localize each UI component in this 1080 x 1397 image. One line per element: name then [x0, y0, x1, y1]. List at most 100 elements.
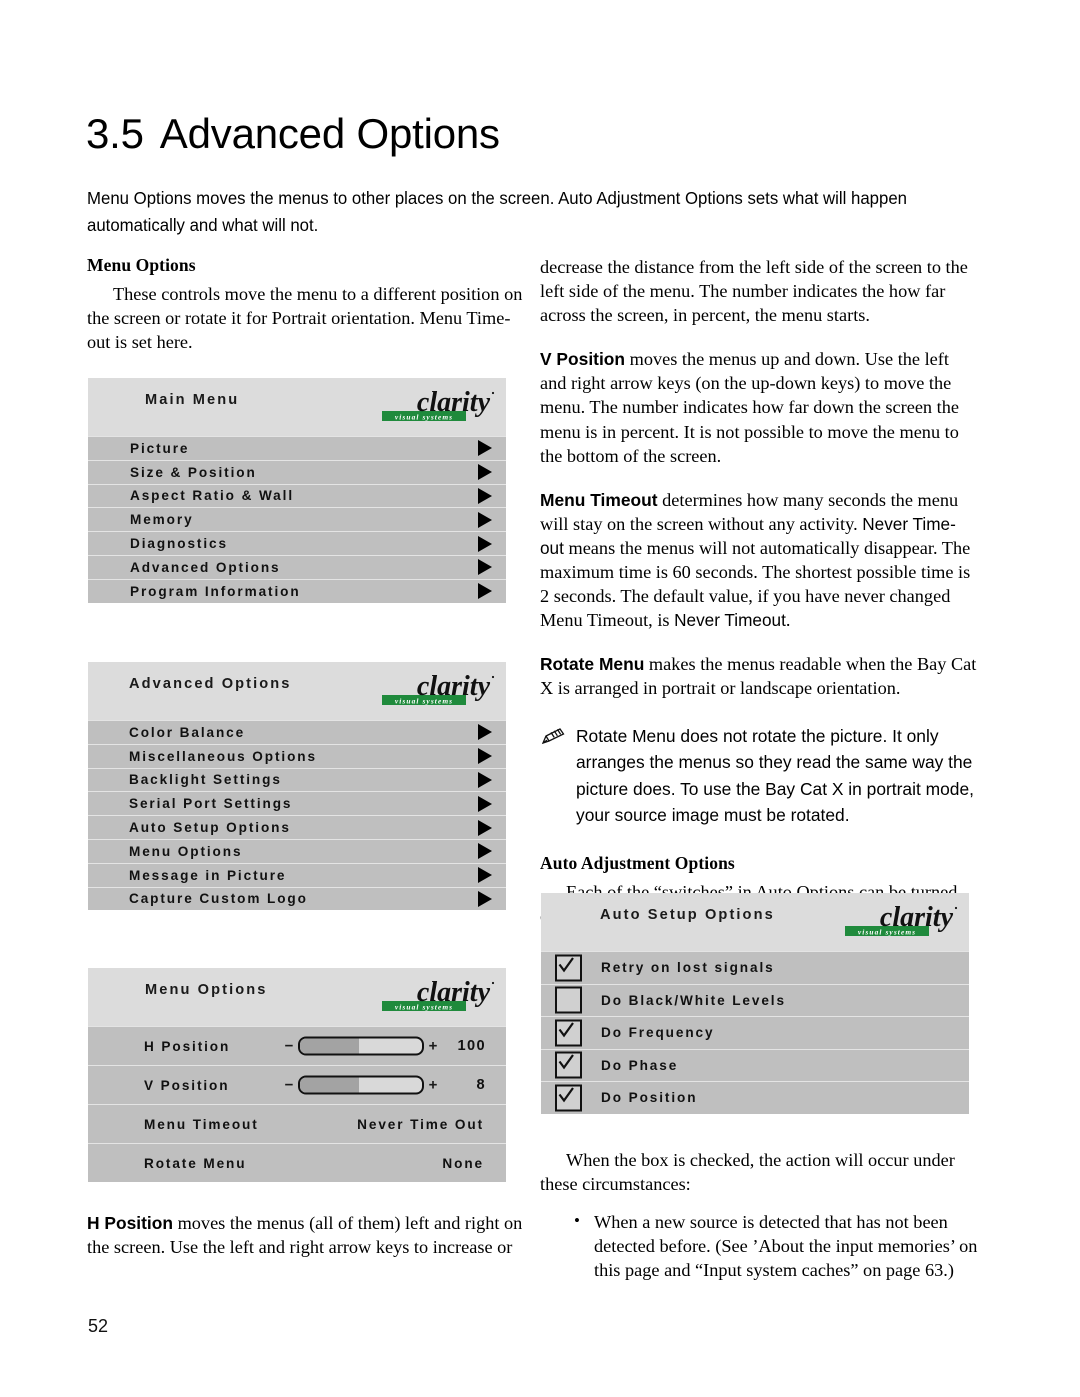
- osd-row-do-black-white-levels[interactable]: Do Black/White Levels: [541, 983, 969, 1016]
- osd-item-program-information[interactable]: Program Information: [88, 578, 506, 603]
- list-item: When a new source is detected that has n…: [574, 1209, 980, 1282]
- paragraph-rotate-menu: Rotate Menu makes the menus readable whe…: [540, 652, 977, 700]
- heading-menu-options: Menu Options: [87, 255, 196, 275]
- osd-item-color-balance[interactable]: Color Balance: [88, 720, 506, 744]
- osd-item-label: Size & Position: [130, 464, 257, 480]
- plus-icon[interactable]: +: [426, 1038, 440, 1055]
- checkbox-do-phase[interactable]: [555, 1051, 582, 1079]
- checkbox-do-black-white-levels[interactable]: [555, 986, 582, 1014]
- osd-item-label: Program Information: [130, 583, 301, 599]
- slider-fill: [300, 1038, 359, 1054]
- plus-icon[interactable]: +: [426, 1077, 440, 1094]
- osd-auto-setup-title: Auto Setup Options: [600, 907, 775, 923]
- slider-fill: [300, 1077, 359, 1093]
- checkbox-do-position[interactable]: [555, 1084, 582, 1112]
- osd-item-message-in-picture[interactable]: Message in Picture: [88, 862, 506, 887]
- osd-item-serial-port-settings[interactable]: Serial Port Settings: [88, 791, 506, 816]
- osd-item-advanced-options[interactable]: Advanced Options: [88, 554, 506, 579]
- osd-item-label: Menu Timeout: [144, 1116, 259, 1132]
- osd-row-menu-timeout[interactable]: Menu Timeout Never Time Out: [88, 1104, 506, 1143]
- clarity-logo: clarity visual systems: [360, 384, 498, 430]
- osd-advanced-options-header: Advanced Options clarity visual systems: [88, 662, 506, 720]
- osd-menu-options-title: Menu Options: [145, 982, 268, 998]
- osd-row-do-position[interactable]: Do Position: [541, 1081, 969, 1114]
- checked-box-section: When the box is checked, the action will…: [540, 1148, 980, 1282]
- heading-auto-adjustment-options: Auto Adjustment Options: [540, 852, 735, 873]
- osd-menu-options: Menu Options clarity visual systems H Po…: [88, 968, 506, 1182]
- osd-item-diagnostics[interactable]: Diagnostics: [88, 531, 506, 555]
- right-arrow-icon: [478, 795, 492, 812]
- osd-item-capture-custom-logo[interactable]: Capture Custom Logo: [88, 886, 506, 911]
- osd-row-rotate-menu[interactable]: Rotate Menu None: [88, 1143, 506, 1182]
- right-arrow-icon: [478, 771, 492, 788]
- osd-auto-setup-options: Auto Setup Options clarity visual system…: [541, 893, 969, 1114]
- term-h-position: H Position: [87, 1213, 173, 1233]
- osd-item-picture[interactable]: Picture: [88, 436, 506, 460]
- svg-text:visual systems: visual systems: [858, 928, 916, 937]
- right-column: decrease the distance from the left side…: [540, 255, 977, 954]
- osd-main-menu-header: Main Menu clarity visual systems: [88, 378, 506, 436]
- svg-text:visual systems: visual systems: [395, 413, 453, 422]
- osd-item-backlight-settings[interactable]: Backlight Settings: [88, 767, 506, 792]
- osd-row-v-position[interactable]: V Position − + 8: [88, 1065, 506, 1104]
- osd-item-label: Menu Options: [129, 843, 243, 859]
- osd-row-do-phase[interactable]: Do Phase: [541, 1048, 969, 1081]
- paragraph-menu-timeout: Menu Timeout determines how many seconds…: [540, 488, 977, 633]
- svg-text:visual systems: visual systems: [395, 697, 453, 706]
- right-arrow-icon: [478, 535, 492, 552]
- bullet-list: When a new source is detected that has n…: [540, 1209, 980, 1282]
- menu-timeout-text-3: .: [785, 610, 791, 631]
- osd-item-label: Do Phase: [601, 1057, 679, 1073]
- osd-item-menu-options[interactable]: Menu Options: [88, 838, 506, 863]
- osd-auto-setup-header: Auto Setup Options clarity visual system…: [541, 893, 969, 951]
- paragraph-v-position: V Position moves the menus up and down. …: [540, 347, 977, 467]
- osd-item-label: Backlight Settings: [129, 772, 282, 788]
- osd-item-label: H Position: [144, 1038, 231, 1054]
- term-v-position: V Position: [540, 349, 626, 370]
- clarity-logo: clarity visual systems: [360, 974, 498, 1020]
- osd-item-label: Rotate Menu: [144, 1155, 247, 1171]
- checkbox-do-frequency[interactable]: [555, 1019, 582, 1047]
- slider-track[interactable]: [298, 1075, 424, 1095]
- right-arrow-icon: [478, 487, 492, 504]
- osd-item-label: Retry on lost signals: [601, 960, 775, 976]
- h-position-slider[interactable]: − +: [282, 1036, 440, 1056]
- osd-item-label: V Position: [144, 1077, 230, 1093]
- osd-item-label: Auto Setup Options: [129, 820, 291, 836]
- osd-row-do-frequency[interactable]: Do Frequency: [541, 1016, 969, 1049]
- term-rotate-menu: Rotate Menu: [540, 654, 645, 675]
- osd-advanced-options: Advanced Options clarity visual systems …: [88, 662, 506, 911]
- minus-icon[interactable]: −: [282, 1077, 296, 1094]
- right-arrow-icon: [478, 559, 492, 576]
- h-position-description: H Position moves the menus (all of them)…: [87, 1211, 530, 1259]
- osd-item-aspect-ratio-wall[interactable]: Aspect Ratio & Wall: [88, 483, 506, 508]
- v-position-slider[interactable]: − +: [282, 1075, 440, 1095]
- right-arrow-icon: [478, 748, 492, 765]
- left-column: Menu Options These controls move the men…: [87, 255, 524, 354]
- osd-item-miscellaneous-options[interactable]: Miscellaneous Options: [88, 743, 506, 768]
- osd-item-size-position[interactable]: Size & Position: [88, 459, 506, 484]
- note-callout: Rotate Menu does not rotate the picture.…: [540, 723, 977, 829]
- checkbox-retry-on-lost-signals[interactable]: [555, 954, 582, 982]
- osd-item-label: Serial Port Settings: [129, 796, 293, 812]
- svg-text:visual systems: visual systems: [395, 1003, 453, 1012]
- right-arrow-icon: [478, 867, 492, 884]
- osd-row-h-position[interactable]: H Position − + 100: [88, 1026, 506, 1065]
- osd-item-auto-setup-options[interactable]: Auto Setup Options: [88, 815, 506, 839]
- right-arrow-icon: [478, 890, 492, 907]
- paragraph-h-position: H Position moves the menus (all of them)…: [87, 1211, 530, 1259]
- document-page: 3.5 Advanced Options Menu Options moves t…: [0, 0, 1080, 1397]
- slider-track[interactable]: [298, 1036, 424, 1056]
- note-text: Rotate Menu does not rotate the picture.…: [576, 725, 974, 826]
- osd-item-memory[interactable]: Memory: [88, 507, 506, 532]
- osd-item-label: Picture: [130, 440, 190, 456]
- osd-item-label: Capture Custom Logo: [129, 891, 308, 907]
- right-arrow-icon: [478, 464, 492, 481]
- osd-menu-options-rows: H Position − + 100 V Position − + 8 Menu…: [88, 1026, 506, 1182]
- osd-row-retry-on-lost-signals[interactable]: Retry on lost signals: [541, 951, 969, 984]
- minus-icon[interactable]: −: [282, 1038, 296, 1055]
- osd-item-label: Aspect Ratio & Wall: [130, 488, 294, 504]
- osd-item-label: Do Position: [601, 1090, 698, 1106]
- osd-advanced-options-title: Advanced Options: [129, 676, 292, 692]
- pencil-icon: [540, 726, 568, 746]
